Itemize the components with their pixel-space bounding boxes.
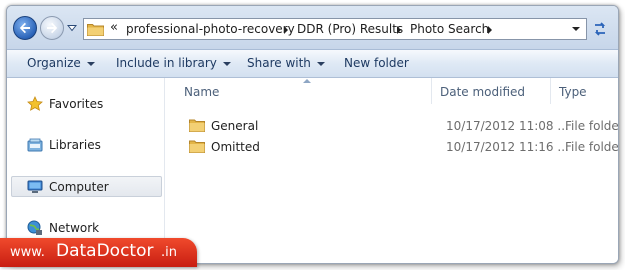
computer-icon — [27, 180, 43, 193]
include-in-library-button[interactable]: Include in library — [116, 56, 231, 70]
address-history-dropdown[interactable] — [572, 27, 580, 31]
datadoctor-watermark: www. DataDoctor .in — [0, 238, 197, 267]
column-header-name-label: Name — [184, 85, 220, 99]
nav-label-network: Network — [49, 221, 100, 235]
chevron-down-icon — [222, 61, 231, 66]
breadcrumb-separator-arrow[interactable] — [397, 26, 401, 34]
column-header-date-modified[interactable]: Date modified — [432, 78, 549, 104]
column-header-date-label: Date modified — [440, 85, 526, 99]
nav-label-computer: Computer — [49, 180, 109, 194]
address-overflow-chevrons[interactable]: « — [110, 20, 118, 35]
sort-ascending-icon — [303, 79, 311, 83]
new-folder-button[interactable]: New folder — [344, 56, 409, 70]
include-in-library-label: Include in library — [116, 56, 217, 70]
column-header-type-label: Type — [559, 85, 587, 99]
refresh-icon[interactable] — [589, 18, 611, 40]
file-date: 10/17/2012 11:08 ... — [446, 119, 569, 133]
nav-item-computer[interactable]: Computer — [7, 176, 164, 198]
folder-icon — [189, 140, 205, 153]
forward-arrow-icon — [47, 22, 58, 34]
file-name: General — [211, 119, 259, 133]
organize-label: Organize — [27, 56, 81, 70]
breadcrumb-ddr-results[interactable]: DDR (Pro) Results — [297, 22, 403, 36]
file-name: Omitted — [211, 140, 260, 154]
share-with-button[interactable]: Share with — [247, 56, 325, 70]
brand-prefix: www. — [10, 245, 45, 260]
recent-pages-dropdown-icon[interactable] — [67, 24, 77, 32]
organize-button[interactable]: Organize — [27, 56, 95, 70]
back-button[interactable] — [13, 16, 37, 40]
library-icon — [27, 138, 43, 152]
breadcrumb-professional-photo-recovery[interactable]: professional-photo-recovery — [126, 22, 295, 36]
brand-name: DataDoctor — [56, 241, 154, 261]
navigation-pane: Favorites Libraries Computer Network — [7, 78, 165, 263]
nav-label-favorites: Favorites — [49, 97, 104, 111]
share-with-label: Share with — [247, 56, 311, 70]
breadcrumb-separator-arrow[interactable] — [488, 26, 492, 34]
back-arrow-icon — [19, 22, 30, 34]
file-type: File folder — [565, 140, 619, 154]
column-header-type[interactable]: Type — [551, 78, 618, 104]
nav-label-libraries: Libraries — [49, 138, 101, 152]
nav-item-favorites[interactable]: Favorites — [7, 93, 164, 115]
nav-item-network[interactable]: Network — [7, 217, 164, 239]
navigation-bar: « professional-photo-recovery DDR (Pro) … — [7, 6, 618, 50]
brand-suffix: .in — [161, 245, 177, 260]
breadcrumb-photo-search[interactable]: Photo Search — [410, 22, 489, 36]
network-icon — [27, 220, 42, 235]
command-bar: Organize Include in library Share with N… — [7, 50, 618, 78]
folder-icon — [87, 24, 104, 36]
file-type: File folder — [565, 119, 619, 133]
chevron-down-icon — [316, 61, 325, 66]
column-header-name[interactable]: Name — [165, 78, 431, 104]
file-row-omitted[interactable]: Omitted 10/17/2012 11:16 ... File folder — [165, 137, 618, 157]
folder-icon — [189, 119, 205, 132]
chevron-down-icon — [86, 61, 95, 66]
file-row-general[interactable]: General 10/17/2012 11:08 ... File folder — [165, 116, 618, 136]
nav-item-libraries[interactable]: Libraries — [7, 134, 164, 156]
star-icon — [27, 96, 43, 111]
explorer-window: « professional-photo-recovery DDR (Pro) … — [6, 5, 619, 264]
address-bar[interactable]: « professional-photo-recovery DDR (Pro) … — [83, 18, 587, 40]
file-list-pane: Name Date modified Type General 10/17/20… — [165, 78, 618, 263]
file-date: 10/17/2012 11:16 ... — [446, 140, 569, 154]
forward-button[interactable] — [40, 16, 64, 40]
breadcrumb-separator-arrow[interactable] — [284, 26, 288, 34]
